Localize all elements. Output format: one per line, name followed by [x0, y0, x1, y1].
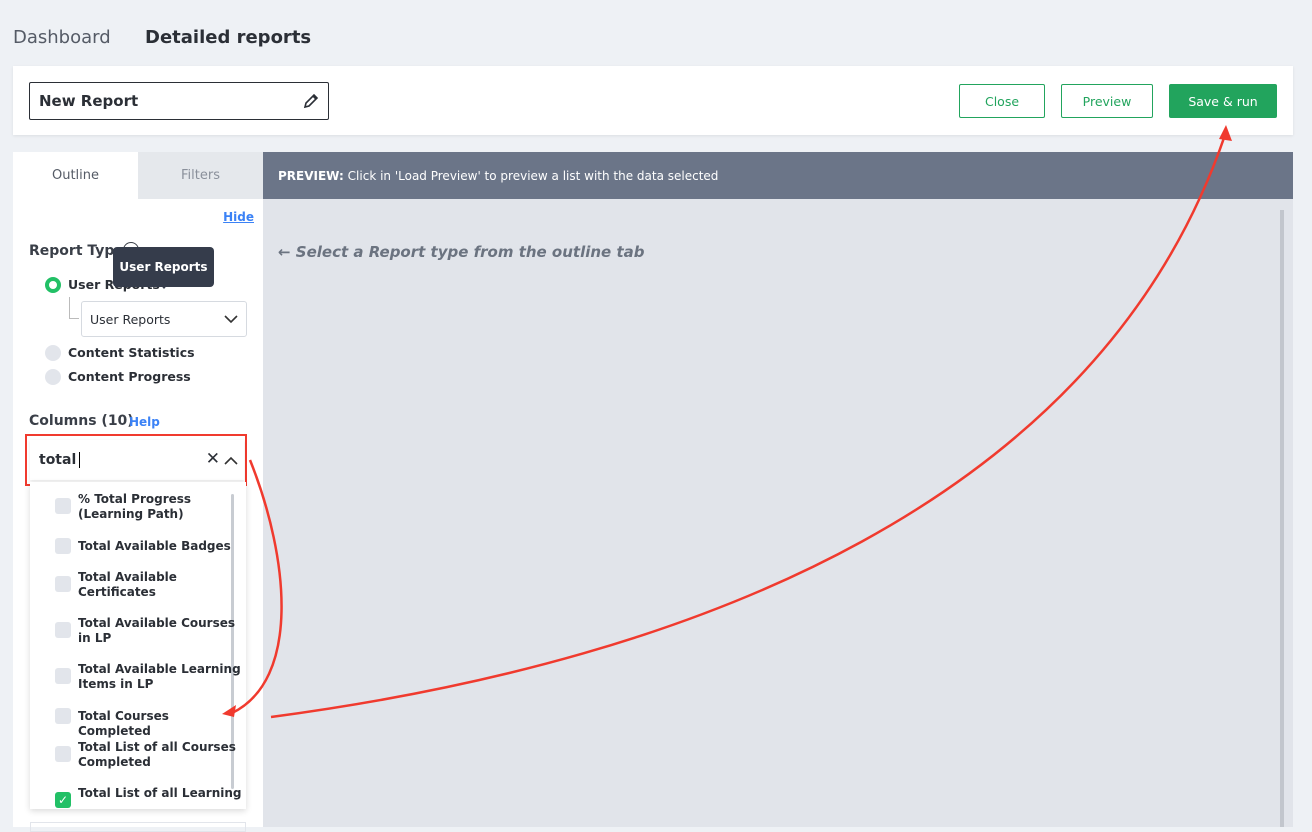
annotation-arrow-1 — [231, 459, 283, 715]
annotation-arrow-2 — [270, 134, 1227, 719]
annotation-arrowhead-2 — [1219, 125, 1232, 141]
annotation-arrowhead-1 — [222, 705, 236, 717]
annotation-arrows — [222, 125, 1232, 719]
